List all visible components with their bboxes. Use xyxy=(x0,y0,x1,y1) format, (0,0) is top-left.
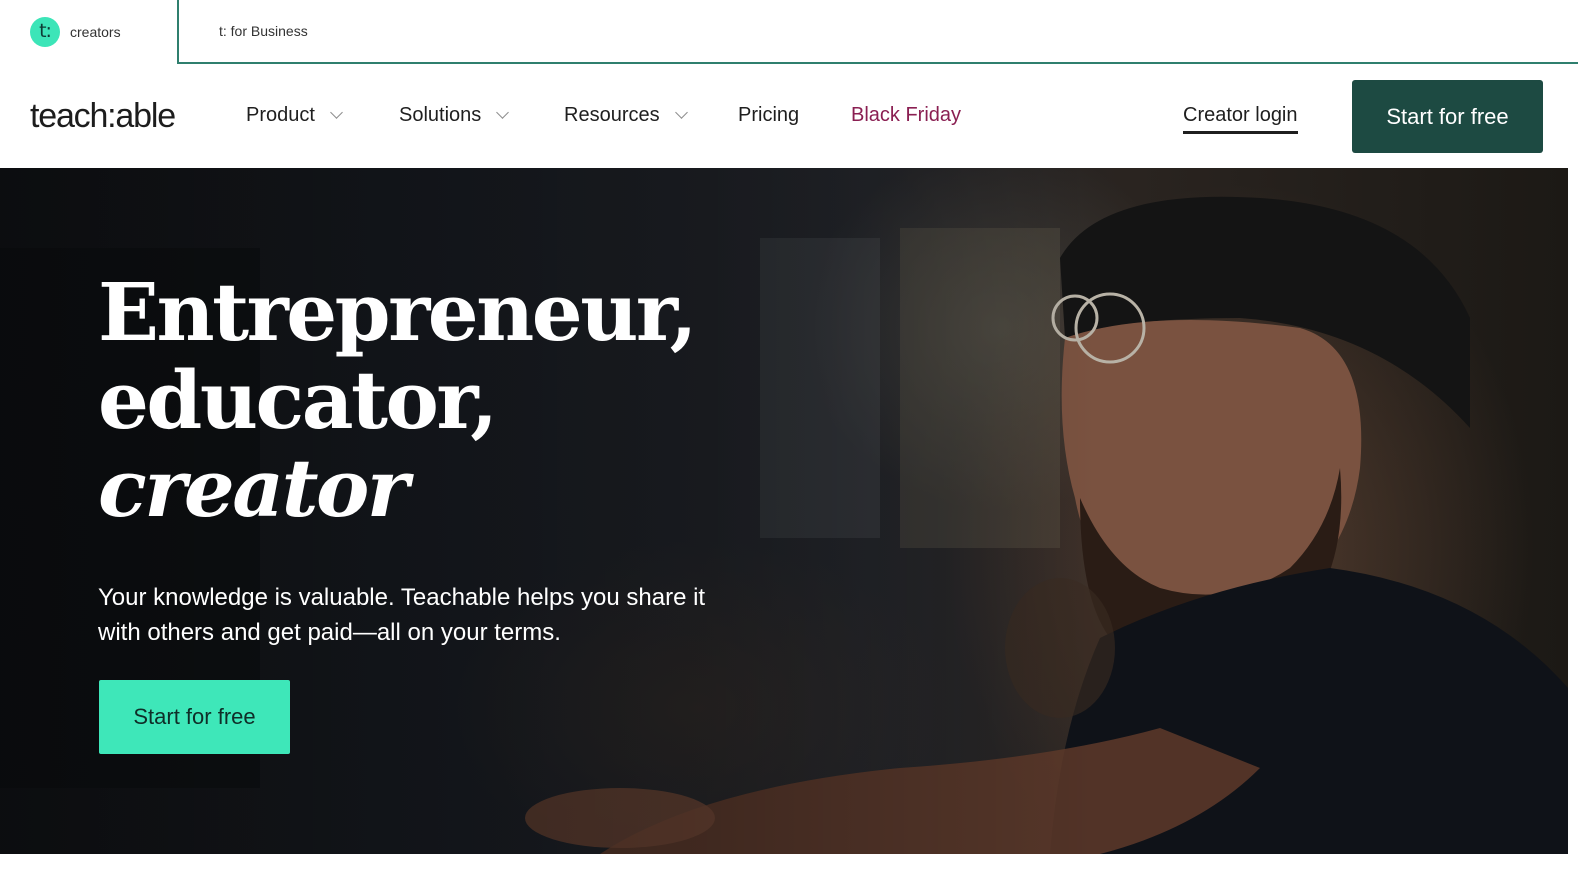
creators-tab[interactable]: t: creators xyxy=(0,0,178,64)
chevron-down-icon xyxy=(674,106,688,119)
nav-item-label: Product xyxy=(246,104,315,126)
business-tab-label: t: for Business xyxy=(219,23,308,39)
audience-switcher: t: creators t: for Business xyxy=(0,0,1578,64)
nav-item-label: Pricing xyxy=(738,104,800,126)
chevron-down-icon xyxy=(496,106,510,119)
start-for-free-button[interactable]: Start for free xyxy=(1352,80,1543,153)
nav-item-resources[interactable]: Resources xyxy=(564,104,688,127)
main-nav: teach:able Product Solutions Resources P… xyxy=(0,64,1578,168)
creators-tab-label: creators xyxy=(70,24,121,40)
nav-item-black-friday[interactable]: Black Friday xyxy=(851,104,961,127)
business-tab[interactable]: t: for Business xyxy=(177,0,1578,64)
nav-item-label: Solutions xyxy=(399,104,482,126)
hero-start-for-free-button[interactable]: Start for free xyxy=(99,680,290,754)
hero-headline: Entrepreneur, educator, creator xyxy=(98,265,698,535)
hero-subheading: Your knowledge is valuable. Teachable he… xyxy=(98,584,706,646)
teachable-logo[interactable]: teach:able xyxy=(30,97,176,136)
headline-line-1: Entrepreneur, xyxy=(98,265,698,359)
nav-item-solutions[interactable]: Solutions xyxy=(399,104,510,127)
nav-item-label: Black Friday xyxy=(851,104,962,126)
hero-section: Entrepreneur, educator, creator Your kno… xyxy=(0,168,1568,854)
teachable-t-badge-icon: t: xyxy=(30,17,60,47)
nav-item-product[interactable]: Product xyxy=(246,104,343,127)
chevron-down-icon xyxy=(330,106,343,119)
creator-login-link[interactable]: Creator login xyxy=(1183,104,1298,134)
nav-item-label: Resources xyxy=(564,104,660,126)
headline-line-3: creator xyxy=(98,441,409,535)
nav-item-pricing[interactable]: Pricing xyxy=(738,104,799,127)
headline-line-2: educator, xyxy=(98,353,498,447)
